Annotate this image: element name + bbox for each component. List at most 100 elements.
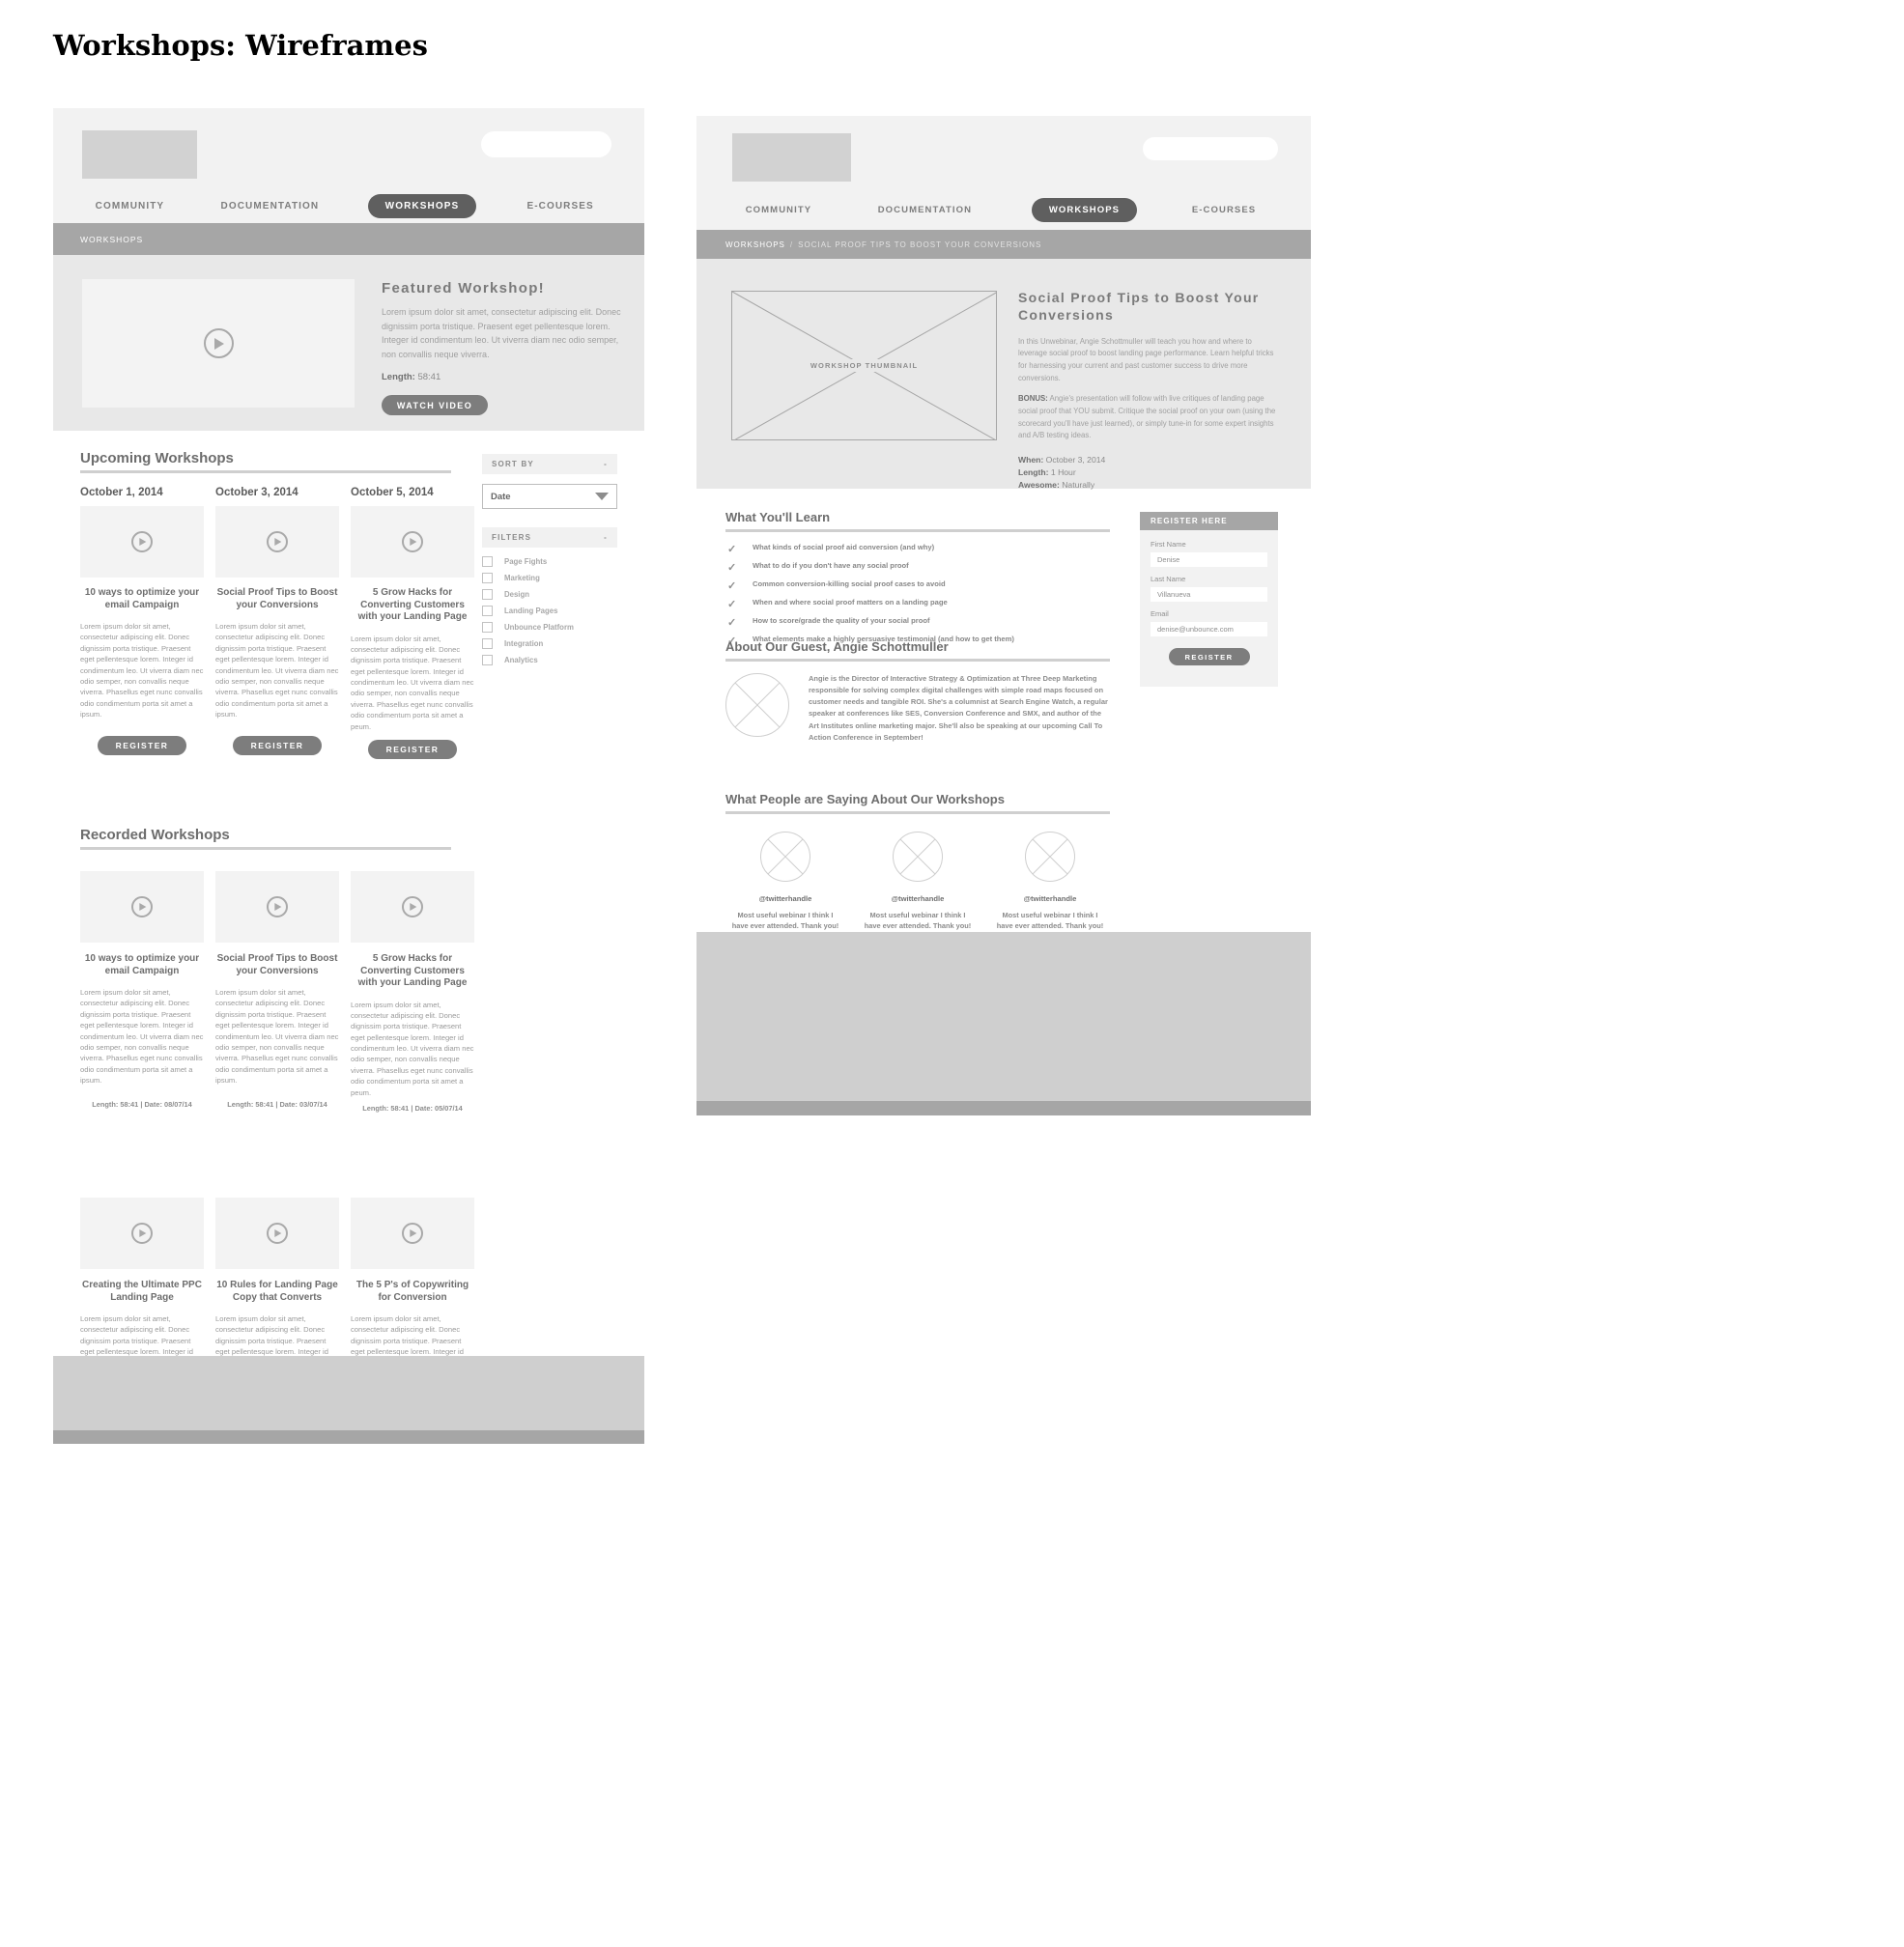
card-title[interactable]: Social Proof Tips to Boost your Conversi… — [215, 953, 339, 977]
card-video-placeholder[interactable] — [80, 1198, 204, 1269]
check-mark-icon: ✓ — [727, 599, 737, 610]
card-title[interactable]: The 5 P's of Copywriting for Conversion — [351, 1280, 474, 1304]
main-nav: COMMUNITY DOCUMENTATION WORKSHOPS E-COUR… — [696, 197, 1311, 222]
card-video-placeholder[interactable] — [215, 871, 339, 943]
logo-placeholder — [732, 133, 851, 182]
featured-heading: Featured Workshop! — [382, 280, 545, 296]
sort-select[interactable]: Date — [482, 484, 617, 509]
card-title[interactable]: Social Proof Tips to Boost your Conversi… — [215, 587, 339, 611]
detail-site-header: COMMUNITY DOCUMENTATION WORKSHOPS E-COUR… — [696, 116, 1311, 230]
testimonial-handle[interactable]: @twitterhandle — [864, 894, 972, 903]
email-label: Email — [1151, 609, 1169, 618]
nav-item-documentation[interactable]: DOCUMENTATION — [861, 205, 989, 215]
card-title[interactable]: 10 Rules for Landing Page Copy that Conv… — [215, 1280, 339, 1304]
last-name-field[interactable]: Villanueva — [1151, 587, 1267, 602]
play-circle-icon — [131, 531, 153, 552]
sort-by-panel-header[interactable]: SORT BY - — [482, 454, 617, 474]
card-video-placeholder[interactable] — [351, 871, 474, 943]
workshop-card: Social Proof Tips to Boost your Conversi… — [215, 871, 339, 1113]
breadcrumb-root[interactable]: WORKSHOPS — [80, 235, 143, 244]
card-title[interactable]: Creating the Ultimate PPC Landing Page — [80, 1280, 204, 1304]
filter-row[interactable]: Integration — [482, 638, 617, 649]
register-here-label: REGISTER HERE — [1151, 517, 1228, 525]
testimonial-card: @twitterhandle Most useful webinar I thi… — [864, 832, 972, 942]
guest-heading: About Our Guest, Angie Schottmuller — [725, 639, 949, 654]
featured-video-placeholder[interactable] — [82, 279, 355, 408]
last-name-label: Last Name — [1151, 575, 1186, 583]
watch-video-label: WATCH VIDEO — [396, 400, 473, 410]
nav-item-ecourses[interactable]: E-COURSES — [476, 201, 644, 212]
card-video-placeholder[interactable] — [215, 506, 339, 578]
workshop-thumbnail[interactable]: WORKSHOP THUMBNAIL — [731, 291, 997, 440]
card-title[interactable]: 5 Grow Hacks for Converting Customers wi… — [351, 953, 474, 990]
avatar-placeholder-icon — [1025, 832, 1075, 882]
card-video-placeholder[interactable] — [351, 1198, 474, 1269]
card-title[interactable]: 10 ways to optimize your email Campaign — [80, 953, 204, 977]
breadcrumb-root[interactable]: WORKSHOPS — [725, 240, 785, 249]
section-divider — [80, 847, 451, 850]
nav-item-community[interactable]: COMMUNITY — [696, 205, 861, 215]
workshop-card: 10 ways to optimize your email Campaign … — [80, 871, 204, 1113]
card-date: October 1, 2014 — [80, 487, 163, 498]
nav-item-workshops[interactable]: WORKSHOPS — [367, 193, 477, 218]
register-button[interactable]: REGISTER — [233, 735, 322, 755]
upcoming-section: Upcoming Workshops — [80, 450, 476, 473]
sort-by-label: SORT BY — [492, 460, 534, 468]
filter-row[interactable]: Design — [482, 589, 617, 600]
card-title[interactable]: 5 Grow Hacks for Converting Customers wi… — [351, 587, 474, 624]
check-mark-icon: ✓ — [727, 562, 737, 574]
first-name-field[interactable]: Denise — [1151, 552, 1267, 567]
nav-item-workshops[interactable]: WORKSHOPS — [1031, 197, 1138, 222]
card-video-placeholder[interactable] — [80, 871, 204, 943]
filters-panel-header[interactable]: FILTERS - — [482, 527, 617, 548]
filter-checkbox[interactable] — [482, 622, 493, 633]
watch-video-button[interactable]: WATCH VIDEO — [382, 395, 488, 416]
card-video-placeholder[interactable] — [80, 506, 204, 578]
register-label: REGISTER — [115, 740, 169, 750]
nav-item-documentation[interactable]: DOCUMENTATION — [207, 201, 333, 212]
testimonial-handle[interactable]: @twitterhandle — [731, 894, 839, 903]
card-date: October 5, 2014 — [351, 487, 434, 498]
collapse-icon[interactable]: - — [604, 460, 608, 468]
play-circle-icon — [267, 1223, 288, 1244]
workshop-card: October 3, 2014 Social Proof Tips to Boo… — [215, 487, 339, 759]
testimonial-handle[interactable]: @twitterhandle — [996, 894, 1104, 903]
guest-body: Angie is the Director of Interactive Str… — [725, 673, 1110, 744]
search-input[interactable] — [481, 131, 611, 157]
card-video-placeholder[interactable] — [351, 506, 474, 578]
filter-row[interactable]: Analytics — [482, 655, 617, 665]
nav-item-community[interactable]: COMMUNITY — [53, 201, 207, 212]
check-mark-icon: ✓ — [727, 617, 737, 629]
collapse-icon[interactable]: - — [604, 533, 608, 542]
filter-row[interactable]: Marketing — [482, 573, 617, 583]
play-circle-icon — [131, 896, 153, 917]
register-button[interactable]: REGISTER — [98, 735, 186, 755]
learn-list: ✓ What kinds of social proof aid convers… — [725, 543, 1110, 647]
filter-checkbox[interactable] — [482, 573, 493, 583]
section-divider — [80, 470, 451, 473]
filter-checkbox[interactable] — [482, 589, 493, 600]
filter-checkbox[interactable] — [482, 606, 493, 616]
search-input[interactable] — [1143, 137, 1278, 160]
guest-section: About Our Guest, Angie Schottmuller Angi… — [725, 639, 1110, 744]
card-title[interactable]: 10 ways to optimize your email Campaign — [80, 587, 204, 611]
learn-item-label: How to score/grade the quality of your s… — [753, 616, 930, 625]
featured-hero: Featured Workshop! Lorem ipsum dolor sit… — [53, 255, 644, 431]
featured-length-label: Length: — [382, 372, 415, 383]
filter-checkbox[interactable] — [482, 638, 493, 649]
nav-item-ecourses[interactable]: E-COURSES — [1137, 205, 1311, 215]
filter-row[interactable]: Page Fights — [482, 556, 617, 567]
listing-footer — [53, 1356, 644, 1439]
recorded-card-grid: 10 ways to optimize your email Campaign … — [80, 871, 476, 1113]
fact-row: Awesome: Naturally — [1018, 479, 1277, 492]
filter-row[interactable]: Landing Pages — [482, 606, 617, 616]
filter-checkbox[interactable] — [482, 655, 493, 665]
guest-bio: Angie is the Director of Interactive Str… — [809, 674, 1108, 742]
register-button[interactable]: REGISTER — [368, 740, 457, 760]
filter-row[interactable]: Unbounce Platform — [482, 622, 617, 633]
filter-checkbox[interactable] — [482, 556, 493, 567]
learn-item: ✓ How to score/grade the quality of your… — [725, 616, 1110, 629]
email-field[interactable]: denise@unbounce.com — [1151, 622, 1267, 636]
register-submit-button[interactable]: REGISTER — [1168, 648, 1250, 665]
card-video-placeholder[interactable] — [215, 1198, 339, 1269]
